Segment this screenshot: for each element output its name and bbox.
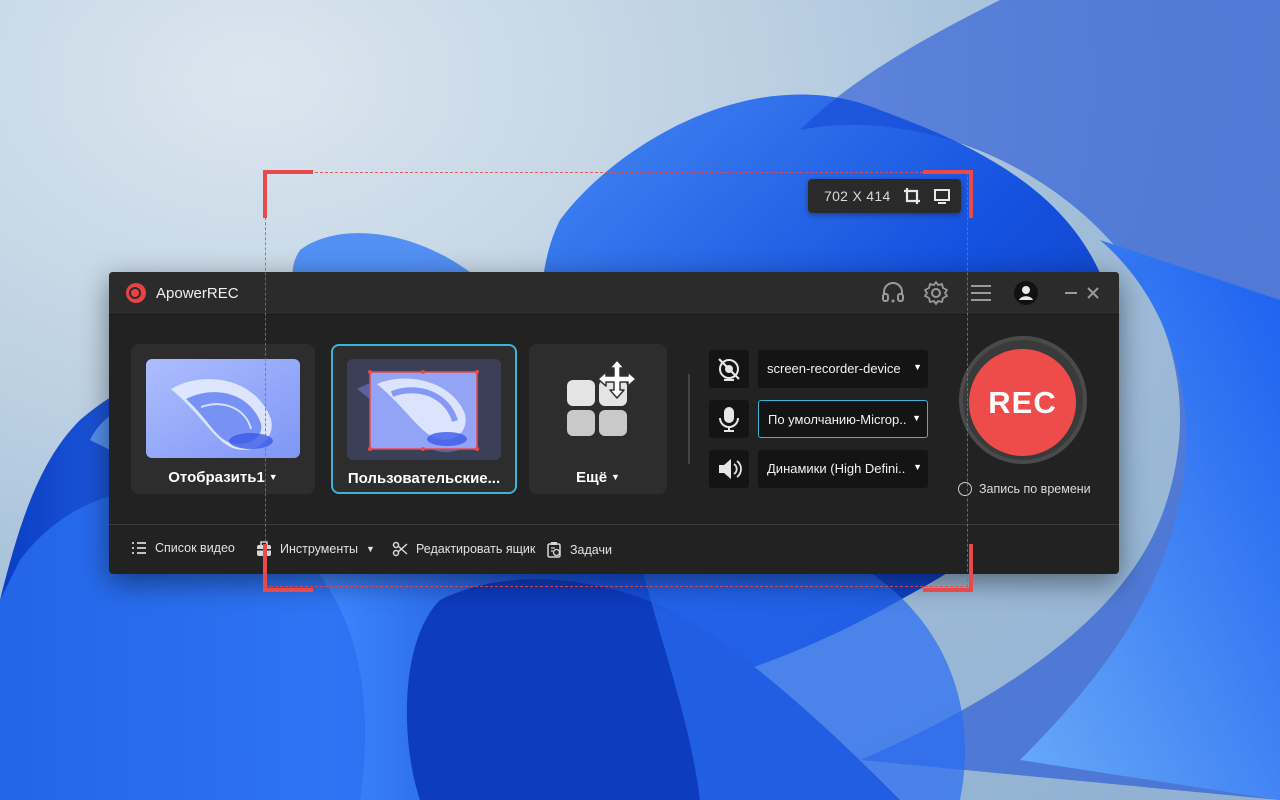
chevron-down-icon: ▼ [913,462,922,472]
microphone-select[interactable]: По умолчанию-Microp... ▼ [758,400,928,438]
resize-handle-bottom-left[interactable] [263,544,313,592]
mode-more-card[interactable]: Ещё ▼ [529,344,667,494]
headset-icon[interactable] [880,280,906,306]
custom-thumbnail [347,359,501,460]
mode-display-card[interactable]: Отобразить1 ▼ [131,344,315,494]
list-icon [132,542,146,554]
title-bar: ApowerREC [109,272,1119,315]
region-size-toolbar: 702 X 414 [808,179,961,213]
resize-handle-top-left[interactable] [263,170,313,218]
crop-icon[interactable] [902,186,922,206]
tasks-button[interactable]: Задачи [546,541,612,558]
speaker-icon[interactable] [709,450,749,488]
avatar-icon[interactable] [1013,280,1039,306]
mode-custom-card[interactable]: Пользовательские... [331,344,517,494]
app-title: ApowerREC [156,285,239,302]
divider [688,374,690,464]
mode-more-label: Ещё ▼ [576,469,620,486]
chevron-down-icon[interactable]: ▼ [611,472,620,482]
clipboard-clock-icon [547,542,561,558]
microphone-icon[interactable] [709,400,749,438]
app-logo-icon [125,282,147,304]
monitor-icon[interactable] [932,186,952,206]
rec-button[interactable]: REC [969,349,1076,456]
close-icon[interactable] [1080,280,1106,306]
mode-custom-label: Пользовательские... [347,470,501,487]
mode-display-label: Отобразить1 ▼ [168,469,278,486]
clock-icon [958,482,972,496]
chevron-down-icon: ▼ [365,544,375,554]
display-thumbnail [146,359,300,458]
scissors-icon [392,541,408,557]
apowerrec-window: ApowerREC Отобразить1 ▼ Пользовательские… [109,272,1119,574]
timed-record-link[interactable]: Запись по времени [958,482,1091,496]
chevron-down-icon: ▼ [912,413,921,423]
chevron-down-icon: ▼ [913,362,922,372]
camera-off-icon[interactable] [709,350,749,388]
video-list-button[interactable]: Список видео [131,541,235,555]
camera-select[interactable]: screen-recorder-device ▼ [758,350,928,388]
speaker-select[interactable]: Динамики (High Defini... ▼ [758,450,928,488]
region-dimensions: 702 X 414 [824,188,891,204]
resize-handle-bottom-right[interactable] [923,544,973,592]
gear-icon[interactable] [923,280,949,306]
menu-icon[interactable] [968,280,994,306]
edit-box-button[interactable]: Редактировать ящик [392,541,535,557]
chevron-down-icon[interactable]: ▼ [269,472,278,482]
apps-grid-icon [565,358,641,442]
